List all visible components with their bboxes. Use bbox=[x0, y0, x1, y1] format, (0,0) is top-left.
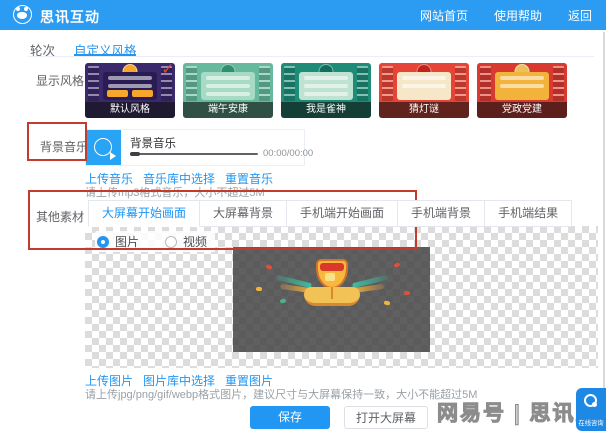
media-type-radios: 图片 视频 bbox=[95, 231, 215, 252]
radio-video-label: 视频 bbox=[183, 233, 207, 250]
tab-mobile-start[interactable]: 手机端开始画面 bbox=[287, 200, 398, 227]
theme-name: 我是雀神 bbox=[281, 102, 371, 118]
theme-panel bbox=[103, 72, 157, 100]
radio-image[interactable]: 图片 bbox=[97, 233, 139, 250]
brand-logo-icon bbox=[13, 5, 32, 24]
scrollbar[interactable] bbox=[603, 32, 605, 431]
theme-thumb-3[interactable]: 猜灯谜 bbox=[379, 63, 469, 118]
brand-name: 思讯互动 bbox=[40, 7, 100, 27]
theme-thumb-0[interactable]: 默认风格 ✓ bbox=[85, 63, 175, 118]
theme-name: 党政党建 bbox=[477, 102, 567, 118]
theme-thumb-2[interactable]: 我是雀神 bbox=[281, 63, 371, 118]
play-icon bbox=[94, 138, 112, 156]
chat-label: 在线咨询 bbox=[578, 419, 605, 428]
image-hint: 请上传jpg/png/gif/webp格式图片，建议尺寸与大屏幕保持一致，大小不… bbox=[85, 386, 477, 402]
tab-mobile-result[interactable]: 手机端结果 bbox=[485, 200, 572, 227]
theme-name: 端午安康 bbox=[183, 102, 273, 118]
tabs-divider bbox=[28, 56, 594, 57]
app-header: 思讯互动 网站首页 使用帮助 返回 bbox=[0, 0, 606, 30]
audio-player: 背景音乐 00:00/00:00 bbox=[85, 129, 305, 166]
track-time: 00:00/00:00 bbox=[263, 148, 313, 159]
bg-music-label: 背景音乐 bbox=[40, 138, 88, 155]
nav-home-link[interactable]: 网站首页 bbox=[420, 7, 468, 24]
theme-thumb-1[interactable]: 端午安康 bbox=[183, 63, 273, 118]
radio-video[interactable]: 视频 bbox=[165, 233, 207, 250]
play-button[interactable] bbox=[86, 130, 121, 165]
radio-unselected-icon bbox=[165, 236, 177, 248]
track-title: 背景音乐 bbox=[130, 135, 176, 151]
nav-back-link[interactable]: 返回 bbox=[568, 7, 592, 24]
material-tabs: 大屏幕开始画面 大屏幕背景 手机端开始画面 手机端背景 手机端结果 bbox=[88, 200, 572, 227]
tab-screen-start[interactable]: 大屏幕开始画面 bbox=[88, 200, 200, 227]
theme-panel bbox=[495, 72, 549, 100]
music-hint: 请上传mp3格式音乐，大小不超过5M bbox=[85, 184, 265, 200]
tab-screen-background[interactable]: 大屏幕背景 bbox=[200, 200, 287, 227]
open-book-icon bbox=[304, 287, 360, 306]
nav-help-link[interactable]: 使用帮助 bbox=[494, 7, 542, 24]
radio-selected-icon bbox=[97, 236, 109, 248]
theme-panel bbox=[397, 72, 451, 100]
header-nav: 网站首页 使用帮助 返回 bbox=[420, 0, 592, 30]
display-style-label: 显示风格 bbox=[36, 72, 84, 89]
tab-mobile-background[interactable]: 手机端背景 bbox=[398, 200, 485, 227]
theme-panel bbox=[201, 72, 255, 100]
seek-slider[interactable] bbox=[130, 153, 258, 155]
theme-decoration bbox=[88, 66, 99, 101]
start-screen-preview-image bbox=[233, 247, 430, 352]
open-big-screen-button[interactable]: 打开大屏幕 bbox=[344, 406, 428, 429]
save-button[interactable]: 保存 bbox=[250, 406, 330, 429]
theme-name: 默认风格 bbox=[85, 102, 175, 118]
game-logo bbox=[272, 257, 392, 309]
online-chat-button[interactable]: 在线咨询 bbox=[576, 388, 606, 431]
radio-image-label: 图片 bbox=[115, 233, 139, 250]
theme-name: 猜灯谜 bbox=[379, 102, 469, 118]
selected-check-icon: ✓ bbox=[161, 63, 174, 78]
theme-panel bbox=[299, 72, 353, 100]
theme-thumb-4[interactable]: 党政党建 bbox=[477, 63, 567, 118]
headset-icon bbox=[584, 394, 597, 407]
shield-badge-icon bbox=[316, 259, 348, 289]
other-material-label: 其他素材 bbox=[36, 208, 84, 225]
